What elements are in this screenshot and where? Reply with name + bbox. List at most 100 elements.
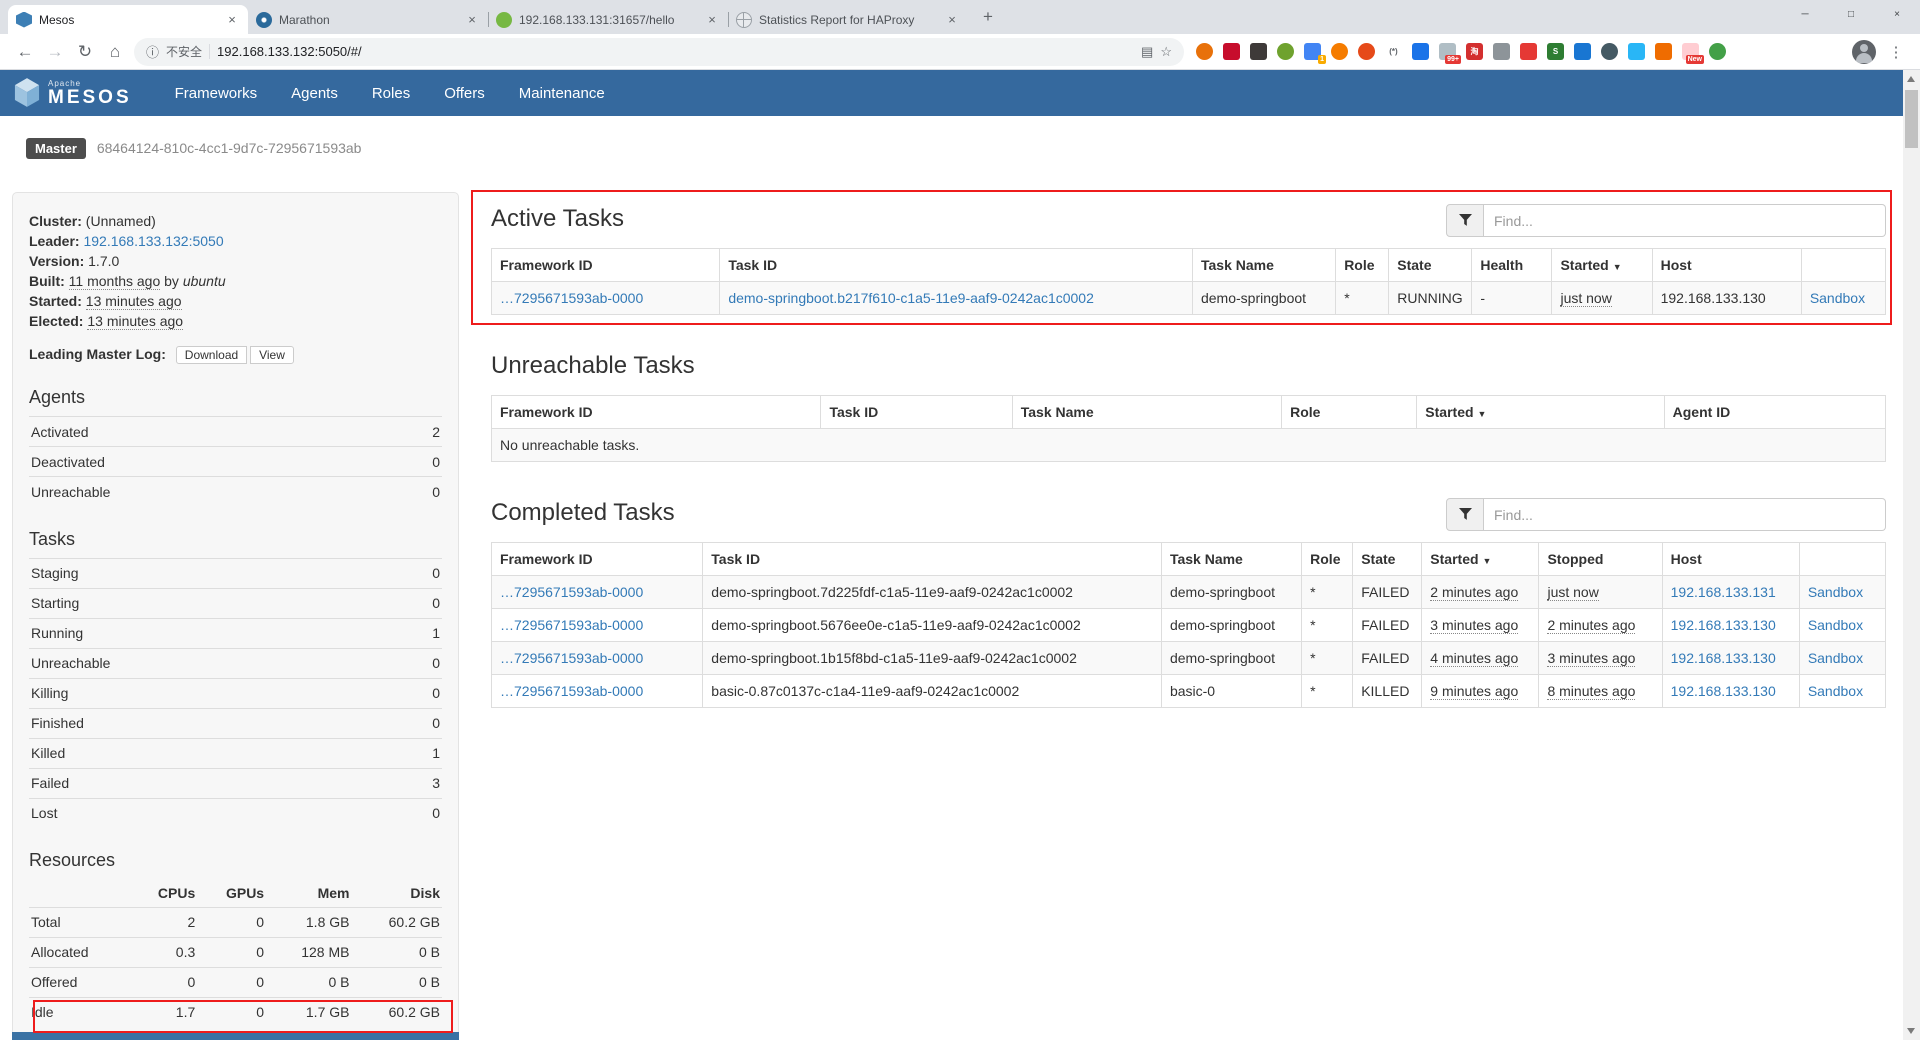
page-scrollbar[interactable] — [1903, 70, 1920, 1040]
tab-mesos[interactable]: Mesos × — [8, 5, 248, 34]
green-leaf-ext-icon[interactable] — [1277, 43, 1294, 60]
dark-square-ext-icon[interactable] — [1250, 43, 1267, 60]
scroll-up-icon[interactable] — [1903, 70, 1920, 87]
red-c-ext-icon[interactable] — [1358, 43, 1375, 60]
col-framework-id[interactable]: Framework ID — [492, 543, 703, 576]
red-new-ext-icon[interactable]: New — [1682, 43, 1699, 60]
bookmark-star-icon[interactable]: ☆ — [1160, 44, 1172, 60]
red-square-ext-icon[interactable] — [1520, 43, 1537, 60]
col-state[interactable]: State — [1389, 249, 1472, 282]
close-button[interactable]: × — [1874, 0, 1920, 28]
blue-chat-ext-icon[interactable] — [1628, 43, 1645, 60]
col-framework-id[interactable]: Framework ID — [492, 249, 720, 282]
host-link[interactable]: 192.168.133.131 — [1671, 584, 1776, 600]
page-info-icon[interactable]: ⓘ — [146, 42, 159, 61]
orange-ring-ext-icon[interactable] — [1331, 43, 1348, 60]
task-id-link[interactable]: demo-springboot.b217f610-c1a5-11e9-aaf9-… — [728, 290, 1094, 306]
dark-circle-ext-icon[interactable] — [1601, 43, 1618, 60]
tab-close-icon[interactable]: × — [224, 12, 240, 28]
leader-link[interactable]: 192.168.133.132:5050 — [83, 233, 223, 249]
orange-circle-ext-icon[interactable] — [1196, 43, 1213, 60]
green-circle-ext-icon[interactable] — [1709, 43, 1726, 60]
col-agent-id[interactable]: Agent ID — [1664, 396, 1885, 429]
col-task-name[interactable]: Task Name — [1161, 543, 1301, 576]
scroll-down-icon[interactable] — [1903, 1023, 1920, 1040]
completed-tasks-find-input[interactable] — [1484, 498, 1886, 531]
col-role[interactable]: Role — [1282, 396, 1417, 429]
new-tab-button[interactable]: + — [974, 3, 1002, 31]
unreachable-tasks-table: Framework ID Task ID Task Name Role Star… — [491, 395, 1886, 462]
col-task-id[interactable]: Task ID — [720, 249, 1193, 282]
host-link[interactable]: 192.168.133.130 — [1671, 617, 1776, 633]
address-bar[interactable]: ⓘ 不安全 192.168.133.132:5050/#/ ▤ ☆ — [134, 38, 1184, 66]
col-task-name[interactable]: Task Name — [1012, 396, 1281, 429]
host-link[interactable]: 192.168.133.130 — [1671, 683, 1776, 699]
col-framework-id[interactable]: Framework ID — [492, 396, 821, 429]
col-host[interactable]: Host — [1662, 543, 1799, 576]
orange-cube-ext-icon[interactable] — [1655, 43, 1672, 60]
log-view-button[interactable]: View — [250, 346, 294, 364]
tab-close-icon[interactable]: × — [944, 12, 960, 28]
framework-id-link[interactable]: …7295671593ab-0000 — [500, 683, 643, 699]
sandbox-link[interactable]: Sandbox — [1808, 650, 1863, 666]
table-row: Activated2 — [29, 417, 442, 447]
asterisk-ext-icon[interactable]: (*) — [1385, 43, 1402, 60]
translate-page-icon[interactable]: ▤ — [1141, 44, 1153, 60]
blue-flag-ext-icon[interactable] — [1412, 43, 1429, 60]
nav-item-maintenance[interactable]: Maintenance — [502, 85, 622, 102]
active-tasks-find-input[interactable] — [1484, 204, 1886, 237]
blue-badge1-ext-icon[interactable]: 1 — [1304, 43, 1321, 60]
col-task-id[interactable]: Task ID — [703, 543, 1162, 576]
back-icon[interactable]: ← — [10, 38, 40, 66]
filter-icon[interactable] — [1446, 498, 1484, 531]
tab-hello-app[interactable]: 192.168.133.131:31657/hello × — [488, 5, 728, 34]
sandbox-link[interactable]: Sandbox — [1810, 290, 1865, 306]
framework-id-link[interactable]: …7295671593ab-0000 — [500, 650, 643, 666]
host-link[interactable]: 192.168.133.130 — [1671, 650, 1776, 666]
sandbox-link[interactable]: Sandbox — [1808, 584, 1863, 600]
minimize-button[interactable]: ─ — [1782, 0, 1828, 28]
tab-close-icon[interactable]: × — [464, 12, 480, 28]
log-download-button[interactable]: Download — [176, 346, 247, 364]
tab-marathon[interactable]: Marathon × — [248, 5, 488, 34]
tab-close-icon[interactable]: × — [704, 12, 720, 28]
nav-item-roles[interactable]: Roles — [355, 85, 427, 102]
browser-menu-icon[interactable]: ⋮ — [1882, 38, 1910, 66]
col-state[interactable]: State — [1353, 543, 1422, 576]
badge-99-ext-icon[interactable]: 99+ — [1439, 43, 1456, 60]
maximize-button[interactable]: □ — [1828, 0, 1874, 28]
col-started[interactable]: Started▼ — [1417, 396, 1664, 429]
abp-shield-ext-icon[interactable] — [1223, 43, 1240, 60]
nav-item-agents[interactable]: Agents — [274, 85, 355, 102]
col-task-id[interactable]: Task ID — [821, 396, 1012, 429]
profile-avatar[interactable] — [1852, 40, 1876, 64]
nav-item-offers[interactable]: Offers — [427, 85, 502, 102]
col-health[interactable]: Health — [1472, 249, 1552, 282]
scrollbar-thumb[interactable] — [1905, 90, 1918, 148]
col-stopped[interactable]: Stopped — [1539, 543, 1662, 576]
gray-tool-ext-icon[interactable] — [1493, 43, 1510, 60]
sandbox-link[interactable]: Sandbox — [1808, 617, 1863, 633]
blue-square-ext-icon[interactable] — [1574, 43, 1591, 60]
nav-item-frameworks[interactable]: Frameworks — [158, 85, 275, 102]
task-name-cell: demo-springboot — [1192, 282, 1335, 315]
framework-id-link[interactable]: …7295671593ab-0000 — [500, 584, 643, 600]
col-host[interactable]: Host — [1652, 249, 1801, 282]
green-s-ext-icon[interactable]: S — [1547, 43, 1564, 60]
reload-icon[interactable]: ↻ — [70, 38, 100, 66]
col-task-name[interactable]: Task Name — [1192, 249, 1335, 282]
taobao-ext-icon[interactable]: 淘 — [1466, 43, 1483, 60]
framework-id-link[interactable]: …7295671593ab-0000 — [500, 617, 643, 633]
col-started[interactable]: Started▼ — [1422, 543, 1539, 576]
mesos-brand[interactable]: Apache MESOS — [14, 78, 132, 108]
col-role[interactable]: Role — [1336, 249, 1389, 282]
col-started[interactable]: Started▼ — [1552, 249, 1652, 282]
col-role[interactable]: Role — [1302, 543, 1353, 576]
completed-tasks-table: Framework ID Task ID Task Name Role Stat… — [491, 542, 1886, 708]
forward-icon[interactable]: → — [40, 38, 70, 66]
framework-id-link[interactable]: …7295671593ab-0000 — [500, 290, 643, 306]
sandbox-link[interactable]: Sandbox — [1808, 683, 1863, 699]
home-icon[interactable]: ⌂ — [100, 38, 130, 66]
filter-icon[interactable] — [1446, 204, 1484, 237]
tab-haproxy-stats[interactable]: Statistics Report for HAProxy × — [728, 5, 968, 34]
